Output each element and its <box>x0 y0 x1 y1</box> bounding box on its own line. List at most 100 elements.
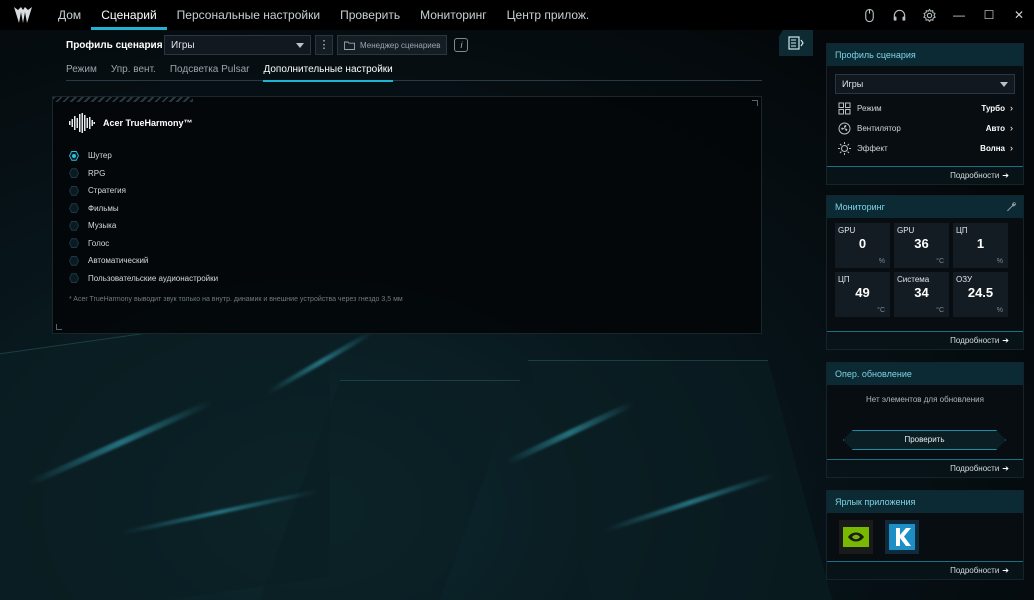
nvidia-icon[interactable] <box>839 520 873 554</box>
trueharmony-logo-icon <box>69 113 95 133</box>
metric-value: 49 <box>855 285 870 300</box>
update-details-link[interactable]: Подробности ➔ <box>827 459 1023 477</box>
system-temp-cell: Система 34 °C <box>894 272 949 317</box>
profile-row-value: Турбо <box>981 103 1005 113</box>
profile-row-mode[interactable]: Режим Турбо › <box>838 98 1013 118</box>
headset-icon[interactable] <box>884 0 914 30</box>
sidebar-toggle-button[interactable] <box>779 30 813 56</box>
tab-fan-control[interactable]: Упр. вент. <box>111 64 156 80</box>
nav-monitoring[interactable]: Мониторинг <box>410 0 497 30</box>
killer-icon[interactable] <box>885 520 919 554</box>
metric-unit: °C <box>877 307 885 314</box>
monitoring-card-title: Мониторинг <box>827 196 1023 218</box>
monitoring-grid: GPU 0% GPU 36 °C ЦП 1% ЦП 49 °C Система 34 °C ОЗ… <box>835 223 1023 317</box>
profile-details-link[interactable]: Подробности ➔ <box>827 166 1023 184</box>
arrow-right-icon: ➔ <box>1002 566 1009 575</box>
profile-row-fan[interactable]: Вентилятор Авто › <box>838 118 1013 138</box>
radio-icon <box>69 203 79 214</box>
scenario-manager-label: Менеджер сценариев <box>360 40 441 50</box>
scenario-manager-button[interactable]: Менеджер сценариев <box>337 35 448 55</box>
radio-icon <box>69 220 79 231</box>
nav-personal-settings[interactable]: Персональные настройки <box>167 0 330 30</box>
option-label: Фильмы <box>88 203 119 213</box>
nav-home[interactable]: Дом <box>48 0 91 30</box>
metric-value: 36 <box>914 236 929 251</box>
cpu-temp-cell: ЦП 49 °C <box>835 272 890 317</box>
main-nav: Дом Сценарий Персональные настройки Пров… <box>48 0 599 30</box>
maximize-button[interactable]: ☐ <box>974 0 1004 30</box>
option-shooter[interactable]: Шутер <box>69 147 218 165</box>
wrench-icon[interactable] <box>1006 201 1017 212</box>
option-strategy[interactable]: Стратегия <box>69 182 218 200</box>
metric-unit: % <box>996 258 1003 265</box>
profile-row-key: Вентилятор <box>857 123 901 133</box>
info-button[interactable]: i <box>454 38 469 52</box>
metric-label: ОЗУ <box>956 275 973 284</box>
gear-icon[interactable] <box>914 0 944 30</box>
profile-menu-button[interactable]: ⋮ <box>315 35 333 55</box>
panel-corner <box>752 100 758 106</box>
fan-icon <box>838 122 851 134</box>
metric-unit: % <box>878 258 885 265</box>
tab-additional-settings[interactable]: Дополнительные настройки <box>263 64 394 82</box>
metric-value: 1 <box>976 236 985 251</box>
mode-icon <box>838 102 851 114</box>
scenario-profile-row: Профиль сценария Игры ⋮ Менеджер сценари… <box>66 35 469 55</box>
option-label: Музыка <box>88 221 117 231</box>
nav-scenario[interactable]: Сценарий <box>91 0 168 30</box>
profile-row-effect[interactable]: Эффект Волна › <box>838 138 1013 158</box>
radio-icon <box>69 185 79 196</box>
shortcut-details-link[interactable]: Подробности ➔ <box>827 561 1023 579</box>
arrow-right-icon: ➔ <box>1002 336 1009 345</box>
live-update-card: Опер. обновление Нет элементов для обнов… <box>826 362 1024 478</box>
metric-label: ЦП <box>838 275 850 284</box>
sidebar-profile-select[interactable]: Игры <box>835 74 1015 94</box>
metric-label: GPU <box>897 226 915 235</box>
close-button[interactable]: ✕ <box>1004 0 1034 30</box>
option-rpg[interactable]: RPG <box>69 165 218 183</box>
panel-corner <box>56 324 62 330</box>
titlebar-controls: — ☐ ✕ <box>854 0 1034 30</box>
option-label: RPG <box>88 168 106 178</box>
shortcut-list <box>839 520 1023 554</box>
tab-pulsar-lighting[interactable]: Подсветка Pulsar <box>170 64 250 80</box>
details-label: Подробности <box>950 566 1000 575</box>
trueharmony-header: Acer TrueHarmony™ <box>69 113 193 133</box>
gpu-temp-cell: GPU 36 °C <box>894 223 949 268</box>
profile-card: Профиль сценария Игры Режим Турбо › Вент… <box>826 43 1024 185</box>
option-movies[interactable]: Фильмы <box>69 200 218 218</box>
option-automatic[interactable]: Автоматический <box>69 252 218 270</box>
effect-icon <box>838 141 851 155</box>
chevron-down-icon <box>1000 81 1008 87</box>
no-updates-text: Нет элементов для обновления <box>866 395 984 404</box>
radio-icon <box>69 255 79 266</box>
option-label: Шутер <box>88 151 112 161</box>
mouse-icon[interactable] <box>854 0 884 30</box>
profile-select[interactable]: Игры <box>164 35 311 55</box>
shortcut-card-title: Ярлык приложения <box>827 491 1023 513</box>
minimize-button[interactable]: — <box>944 0 974 30</box>
option-custom-audio[interactable]: Пользовательские аудионастройки <box>69 270 218 288</box>
chevron-down-icon <box>296 42 304 48</box>
predator-logo-icon <box>14 7 32 23</box>
option-voice[interactable]: Голос <box>69 235 218 253</box>
profile-row-value: Авто <box>985 123 1005 133</box>
option-label: Пользовательские аудионастройки <box>88 273 219 283</box>
check-updates-button[interactable]: Проверить <box>843 430 1006 450</box>
folder-icon <box>344 41 355 50</box>
panel-hatch <box>53 97 193 102</box>
tab-mode[interactable]: Режим <box>66 64 97 80</box>
metric-label: ЦП <box>956 226 968 235</box>
option-label: Голос <box>88 238 110 248</box>
metric-label: Система <box>897 275 930 284</box>
nav-app-center[interactable]: Центр прилож. <box>497 0 600 30</box>
trueharmony-title: Acer TrueHarmony™ <box>103 118 193 128</box>
profile-row-key: Эффект <box>857 143 888 153</box>
option-music[interactable]: Музыка <box>69 217 218 235</box>
monitoring-details-link[interactable]: Подробности ➔ <box>827 331 1023 349</box>
scenario-subtabs: Режим Упр. вент. Подсветка Pulsar Дополн… <box>66 64 762 82</box>
sidebar-profile-value: Игры <box>842 79 864 89</box>
nav-check[interactable]: Проверить <box>330 0 410 30</box>
details-label: Подробности <box>950 336 1000 345</box>
metric-unit: °C <box>936 258 944 265</box>
